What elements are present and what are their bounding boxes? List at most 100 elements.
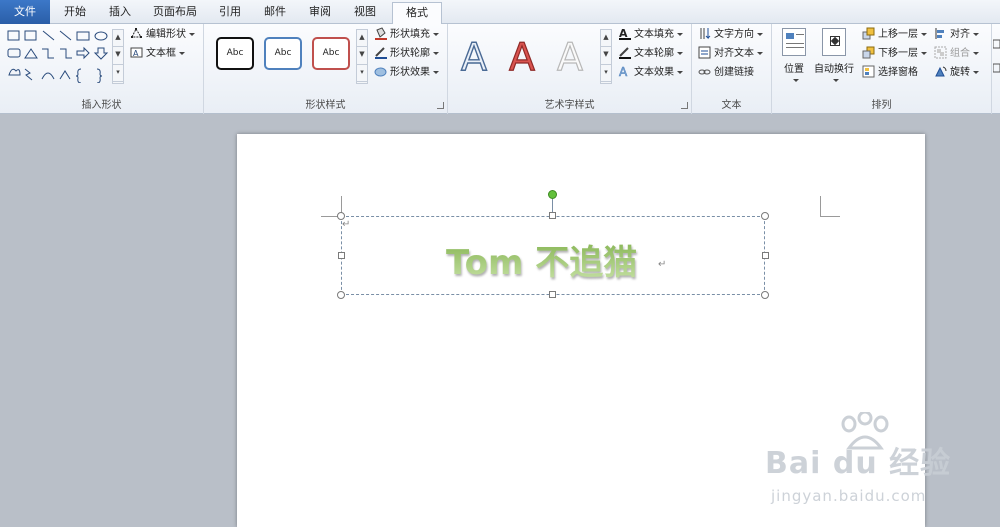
align-text-button[interactable]: 对齐文本: [698, 45, 763, 63]
resize-handle-top-center[interactable]: [549, 212, 556, 219]
wrap-text-label: 自动换行: [814, 64, 854, 75]
position-label: 位置: [784, 64, 804, 75]
wordart-styles-scroll[interactable]: ▲ ▼ ▾: [600, 29, 612, 84]
left-brace-shape-icon: [75, 68, 82, 84]
create-link-button[interactable]: 创建链接: [698, 64, 754, 82]
wordart-outline-red-icon: A: [508, 34, 535, 79]
pencil-outline-icon: [375, 47, 387, 59]
tab-view[interactable]: 视图: [344, 2, 386, 24]
text-outline-icon: [619, 47, 631, 59]
wordart-text-box[interactable]: ↵ Tom 不追猫 ↵: [341, 216, 765, 295]
resize-handle-bottom-right[interactable]: [761, 291, 769, 299]
send-backward-label: 下移一层: [878, 48, 918, 59]
text-fill-icon: A: [619, 27, 631, 40]
shape-effects-button[interactable]: 形状效果: [374, 64, 439, 82]
baidu-jingyan-watermark: Bai du 经验 jingyan.baidu.com: [765, 412, 995, 522]
paragraph-mark-icon: ↵: [658, 259, 667, 270]
ribbon-tab-bar: 文件 开始 插入 页面布局 引用 邮件 审阅 视图 格式: [0, 0, 1000, 25]
svg-text:A: A: [461, 35, 487, 78]
align-label: 对齐: [950, 29, 970, 40]
tab-references[interactable]: 引用: [209, 2, 251, 24]
arrow-line-shape-icon: [59, 30, 72, 41]
group-text: 文字方向 对齐文本 创建链接 文本: [692, 24, 772, 114]
bring-forward-label: 上移一层: [878, 29, 918, 40]
text-effects-label: 文本效果: [634, 67, 674, 78]
text-box-icon: A: [130, 47, 143, 58]
position-button[interactable]: 位置: [772, 28, 816, 86]
tab-insert[interactable]: 插入: [99, 2, 141, 24]
shape-fill-button[interactable]: 形状填充: [374, 26, 439, 44]
rotate-button[interactable]: 旋转: [934, 64, 979, 82]
shape-fill-label: 形状填充: [390, 29, 430, 40]
text-direction-button[interactable]: 文字方向: [698, 26, 763, 44]
rotation-handle[interactable]: [548, 190, 557, 199]
text-outline-button[interactable]: 文本轮廓: [618, 45, 683, 63]
bring-forward-button[interactable]: 上移一层: [862, 26, 927, 44]
group-icon: [934, 46, 947, 59]
arc-shape-icon: [41, 72, 55, 80]
right-brace-shape-icon: [96, 68, 103, 84]
shape-styles-dialog-launcher[interactable]: [437, 102, 444, 109]
text-effects-button[interactable]: A 文本效果: [618, 64, 683, 82]
margin-mark-top-right-h: [820, 216, 840, 217]
svg-text:A: A: [557, 35, 583, 78]
text-box-button[interactable]: A 文本框: [130, 45, 185, 63]
resize-handle-top-right[interactable]: [761, 212, 769, 220]
tab-file[interactable]: 文件: [0, 0, 50, 24]
arrange-group-label: 排列: [871, 100, 892, 111]
shape-style-preset-1[interactable]: Abc: [216, 37, 254, 70]
align-button[interactable]: 对齐: [934, 26, 979, 44]
tab-page-layout[interactable]: 页面布局: [144, 2, 206, 24]
paint-bucket-icon: [375, 27, 387, 40]
shape-style-preset-3[interactable]: Abc: [312, 37, 350, 70]
group-arrange: 位置 自动换行 上移一层 下移一层 选择窗格 对齐 组合 旋转 排列: [772, 24, 992, 114]
shape-style-preset-2[interactable]: Abc: [264, 37, 302, 70]
resize-handle-middle-right[interactable]: [762, 252, 769, 259]
svg-text:A: A: [509, 35, 535, 78]
align-text-icon: [698, 46, 711, 59]
wordart-preset-2[interactable]: A: [504, 32, 544, 79]
text-direction-icon: [700, 28, 711, 40]
resize-handle-bottom-left[interactable]: [337, 291, 345, 299]
shapes-gallery-icons: [7, 30, 109, 84]
shape-outline-label: 形状轮廓: [390, 48, 430, 59]
down-arrow-shape-icon: [93, 47, 109, 60]
shape-styles-scroll[interactable]: ▲ ▼ ▾: [356, 29, 368, 84]
send-backward-button[interactable]: 下移一层: [862, 45, 927, 63]
selection-pane-icon: [862, 65, 875, 78]
resize-handle-top-left[interactable]: [337, 212, 345, 220]
resize-handle-middle-left[interactable]: [338, 252, 345, 259]
text-fill-label: 文本填充: [634, 29, 674, 40]
selection-pane-button[interactable]: 选择窗格: [862, 64, 918, 82]
margin-mark-top-right-v: [820, 196, 821, 216]
tab-format[interactable]: 格式: [392, 2, 442, 25]
resize-handle-bottom-center[interactable]: [549, 291, 556, 298]
vertical-text-box-shape-icon: [24, 30, 37, 41]
line-shape-icon: [42, 30, 55, 41]
align-text-label: 对齐文本: [714, 48, 754, 59]
shapes-gallery[interactable]: [6, 29, 112, 84]
wordart-preset-1[interactable]: A: [456, 32, 496, 79]
group-button[interactable]: 组合: [934, 45, 979, 63]
wrap-text-button[interactable]: 自动换行: [812, 28, 856, 86]
create-link-label: 创建链接: [714, 67, 754, 78]
chain-link-icon: [698, 69, 711, 75]
tab-mailings[interactable]: 邮件: [254, 2, 296, 24]
wordart-preset-3[interactable]: A: [552, 32, 592, 79]
shape-outline-button[interactable]: 形状轮廓: [374, 45, 439, 63]
oval-shape-icon: [94, 31, 108, 41]
svg-text:A: A: [133, 49, 139, 58]
wordart-text[interactable]: Tom 不追猫: [446, 235, 666, 284]
tab-review[interactable]: 审阅: [299, 2, 341, 24]
text-direction-label: 文字方向: [714, 29, 754, 40]
send-backward-icon: [862, 46, 875, 59]
text-fill-button[interactable]: A 文本填充: [618, 26, 683, 44]
svg-text:A: A: [619, 65, 628, 78]
wordart-styles-dialog-launcher[interactable]: [681, 102, 688, 109]
shapes-gallery-scroll[interactable]: ▲ ▼ ▾: [112, 29, 124, 84]
tab-home[interactable]: 开始: [54, 2, 96, 24]
rotate-icon: [935, 66, 947, 77]
elbow-arrow-shape-icon: [60, 48, 72, 59]
shape-styles-group-label: 形状样式: [305, 100, 346, 111]
edit-shape-button[interactable]: 编辑形状: [130, 26, 195, 44]
